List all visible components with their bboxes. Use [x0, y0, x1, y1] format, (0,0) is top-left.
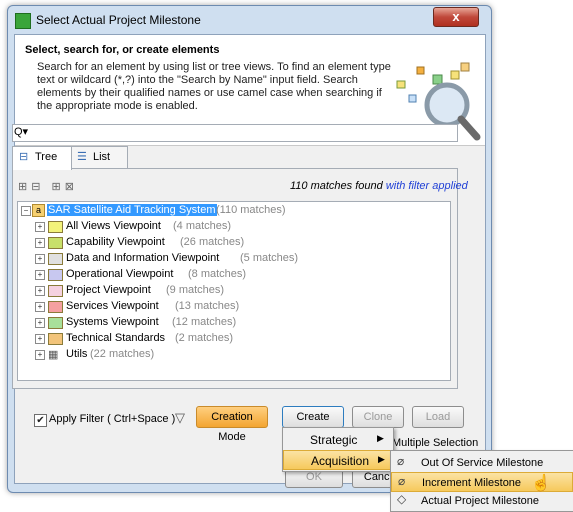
- tree-node-label: Capability Viewpoint: [66, 236, 165, 248]
- folder-icon: [48, 269, 63, 281]
- match-count: 110 matches found with filter applied: [290, 180, 468, 192]
- collapse-icon[interactable]: −: [21, 206, 31, 216]
- menu-item-label: Strategic: [310, 433, 358, 447]
- creation-mode-button[interactable]: Creation Mode: [196, 406, 268, 443]
- tree-node-label: All Views Viewpoint: [66, 220, 161, 232]
- expand-icon[interactable]: +: [35, 270, 45, 280]
- submenu-arrow-icon: ▶: [378, 454, 385, 464]
- submenu-arrow-icon: ▶: [377, 433, 384, 443]
- tree-node-count: (26 matches): [180, 236, 245, 248]
- tree-node-count: (9 matches): [166, 284, 225, 296]
- tree-node-count: (8 matches): [188, 268, 247, 280]
- tree-node-label: Technical Standards: [66, 332, 166, 344]
- expand-icon[interactable]: +: [35, 334, 45, 344]
- close-button[interactable]: x: [433, 7, 479, 27]
- apply-filter-checkbox[interactable]: ✔: [34, 414, 47, 427]
- load-button[interactable]: Load: [412, 406, 464, 428]
- menu-item-label: Increment Milestone: [422, 477, 522, 489]
- diamond-icon: ◇: [397, 492, 407, 506]
- tree-node-count: (13 matches): [175, 300, 240, 312]
- list-icon: ☰: [77, 151, 87, 163]
- tree-node-label: Operational Viewpoint: [66, 268, 174, 280]
- tree-node-label: Utils: [66, 348, 88, 360]
- header-description: Search for an element by using list or t…: [37, 61, 391, 112]
- folder-icon: [48, 317, 63, 329]
- expand-icon[interactable]: +: [35, 254, 45, 264]
- tree-root-label: SAR Satellite Aid Tracking System: [47, 204, 217, 216]
- clone-button[interactable]: Clone: [352, 406, 404, 428]
- tab-list[interactable]: ☰ List: [70, 146, 128, 170]
- tree-icon: ⊟: [19, 151, 29, 163]
- tree-node-label: Systems Viewpoint: [66, 316, 159, 328]
- app-icon: [15, 13, 31, 29]
- milestone-icon: ⌀: [398, 474, 406, 488]
- menu-item-label: Actual Project Milestone: [421, 495, 539, 507]
- expand-icon[interactable]: +: [35, 286, 45, 296]
- folder-icon: [48, 285, 63, 297]
- expand-all-icon[interactable]: ⊞: [18, 181, 31, 193]
- window-title: Select Actual Project Milestone: [36, 13, 201, 27]
- create-menu: Strategic ▶ Acquisition ▶: [282, 427, 394, 472]
- create-button[interactable]: Create: [282, 406, 344, 428]
- expand-icon[interactable]: +: [35, 238, 45, 248]
- folder-icon: [48, 237, 63, 249]
- search-icon[interactable]: Q▾: [14, 125, 28, 138]
- title-bar[interactable]: Select Actual Project Milestone x: [8, 6, 491, 34]
- tree-root-count: (110 matches): [216, 204, 286, 216]
- folder-icon: [48, 253, 63, 265]
- multiple-selection-label[interactable]: Multiple Selection: [392, 437, 478, 449]
- tree-node-label: Data and Information Viewpoint: [66, 252, 220, 264]
- tree-node-count: (4 matches): [173, 220, 232, 232]
- search-input[interactable]: Q▾: [12, 124, 458, 142]
- tab-tree-label: Tree: [35, 151, 58, 163]
- filter-applied-link[interactable]: with filter applied: [386, 180, 468, 192]
- expand-selected-icon[interactable]: ⊞: [52, 181, 65, 193]
- menu-item-actual-project-milestone[interactable]: ◇ Actual Project Milestone: [391, 491, 573, 511]
- header-title: Select, search for, or create elements: [25, 44, 220, 56]
- mouse-cursor-icon: ☝: [531, 475, 551, 492]
- tree-node-count: (12 matches): [172, 316, 237, 328]
- menu-item-strategic[interactable]: Strategic ▶: [283, 430, 393, 450]
- filter-icon[interactable]: ▽: [175, 410, 185, 426]
- tree-node-label: Services Viewpoint: [66, 300, 159, 312]
- collapse-all-icon[interactable]: ⊟: [31, 181, 44, 193]
- tree-toolbar: ⊞⊟ ⊞⊠: [18, 180, 78, 193]
- tree-node-count: (5 matches): [240, 252, 299, 264]
- folder-icon: [48, 301, 63, 313]
- tree-node-label: Project Viewpoint: [66, 284, 151, 296]
- menu-item-label: Acquisition: [311, 454, 370, 468]
- tab-list-label: List: [93, 151, 111, 163]
- package-icon: a: [32, 204, 45, 217]
- filter-options-icon[interactable]: ⊠: [65, 181, 78, 193]
- milestone-icon: ⌀: [397, 454, 405, 468]
- expand-icon[interactable]: +: [35, 222, 45, 232]
- menu-item-out-of-service-milestone[interactable]: ⌀ Out Of Service Milestone: [391, 453, 573, 473]
- folder-icon: [48, 221, 63, 233]
- apply-filter-label: Apply Filter ( Ctrl+Space ): [49, 413, 176, 425]
- element-tree[interactable]: − a SAR Satellite Aid Tracking System (1…: [17, 201, 451, 381]
- tree-node-count: (22 matches): [90, 348, 155, 360]
- match-count-text: 110 matches found: [290, 180, 386, 192]
- folder-icon: [48, 333, 63, 345]
- utils-icon: ▦: [48, 349, 59, 361]
- tree-node-count: (2 matches): [175, 332, 234, 344]
- expand-icon[interactable]: +: [35, 302, 45, 312]
- menu-item-acquisition[interactable]: Acquisition ▶: [283, 450, 393, 470]
- menu-item-label: Out Of Service Milestone: [421, 457, 544, 469]
- expand-icon[interactable]: +: [35, 318, 45, 328]
- expand-icon[interactable]: +: [35, 350, 45, 360]
- tab-tree[interactable]: ⊟ Tree: [12, 146, 72, 170]
